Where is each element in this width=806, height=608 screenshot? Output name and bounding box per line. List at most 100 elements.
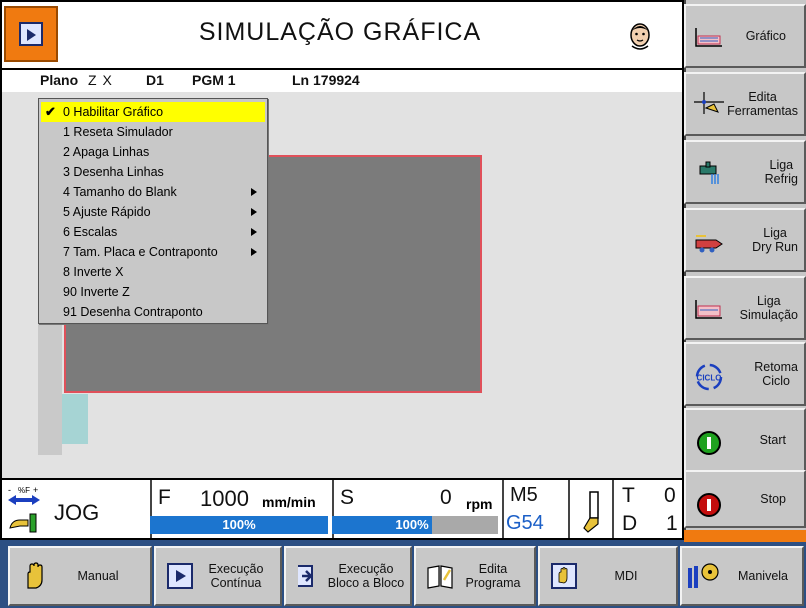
menu-item-label: 4 Tamanho do Blank (63, 185, 177, 199)
softkey-label: Retoma Ciclo (754, 360, 798, 388)
softkey-label: Stop (760, 492, 786, 506)
mode-button-handwheel[interactable]: Manivela (680, 546, 804, 606)
svg-text:CICLO: CICLO (697, 374, 722, 383)
mode-button-edit-program[interactable]: Edita Programa (414, 546, 536, 606)
feed-override-text: 100% (222, 517, 256, 532)
page-title: SIMULAÇÃO GRÁFICA (198, 18, 482, 46)
chart-icon (694, 24, 724, 50)
tool-holder-icon (583, 491, 599, 533)
mode-button-block-run[interactable]: Execução Bloco a Bloco (284, 546, 412, 606)
menu-item[interactable]: 90 Inverte Z (41, 282, 265, 302)
mode-button-label: MDI (614, 569, 638, 583)
cycle-icon: CICLO (694, 362, 724, 391)
softkey-label: Edita Ferramentas (727, 90, 798, 118)
line-number: Ln 179924 (292, 72, 360, 88)
mode-button-label: Execução Contínua (208, 562, 264, 590)
menu-item-label: 90 Inverte Z (63, 285, 130, 299)
feed-unit: mm/min (262, 494, 316, 510)
feed-value: 1000 (200, 486, 249, 511)
edit-program-icon (426, 562, 454, 590)
menu-item-label: 0 Habilitar Gráfico (63, 105, 164, 119)
chuck-jaw (38, 310, 62, 455)
softkey-tool-edit[interactable]: Edita Ferramentas (684, 72, 806, 136)
d-letter: D (622, 512, 638, 535)
t-letter: T (622, 484, 635, 507)
menu-item[interactable]: 7 Tam. Placa e Contraponto (41, 242, 265, 262)
softkey-cycle[interactable]: CICLO Retoma Ciclo (684, 342, 806, 406)
jog-direction-icon: - %F + (8, 485, 40, 533)
block-run-icon (296, 562, 324, 590)
mode-display: JOG (54, 500, 100, 525)
softkey-dry-run[interactable]: Liga Dry Run (684, 208, 806, 272)
spindle-override-text: 100% (395, 517, 429, 532)
screen-switch-button[interactable] (4, 6, 58, 62)
mode-button-label: Execução Bloco a Bloco (327, 562, 405, 590)
stop-icon (694, 490, 724, 517)
simulation-icon (694, 296, 724, 322)
softkey-label: Liga Refrig (764, 158, 798, 186)
menu-item[interactable]: 5 Ajuste Rápido (41, 202, 265, 222)
panel-accent-strip (684, 530, 806, 542)
menu-item-label: 6 Escalas (63, 225, 118, 239)
chuck-block (62, 394, 88, 444)
checkmark-icon: ✔ (45, 104, 56, 119)
submenu-arrow-icon (251, 208, 257, 216)
mode-button-label: Manivela (737, 569, 789, 583)
menu-item[interactable]: 91 Desenha Contraponto (41, 302, 265, 322)
spindle-override-bar: 100% (332, 516, 498, 534)
m-code: M5 (510, 484, 538, 506)
svg-text:+: + (33, 485, 38, 495)
spindle-letter: S (340, 486, 355, 509)
plane-label: Plano (40, 72, 79, 88)
mdi-icon (550, 562, 578, 590)
screen-switch-icon (19, 22, 43, 46)
t-value: 0 (664, 484, 676, 507)
softkey-label: Liga Simulação (739, 294, 798, 322)
submenu-arrow-icon (251, 248, 257, 256)
d-value: 1 (666, 512, 678, 535)
menu-item[interactable]: 4 Tamanho do Blank (41, 182, 265, 202)
svg-text:-: - (8, 485, 11, 495)
handwheel-icon (686, 562, 726, 590)
feed-override-bar: 100% (150, 516, 328, 534)
menu-item[interactable]: ✔ 0 Habilitar Gráfico (41, 102, 265, 122)
operator-icon[interactable] (626, 22, 654, 50)
softkey-coolant[interactable]: Liga Refrig (684, 140, 806, 204)
dry-run-icon (694, 228, 724, 254)
softkey-simulation[interactable]: Liga Simulação (684, 276, 806, 340)
tool-offset: D1 (146, 72, 164, 88)
mode-button-continuous-run[interactable]: Execução Contínua (154, 546, 282, 606)
menu-item[interactable]: 3 Desenha Linhas (41, 162, 265, 182)
softkey-stop[interactable]: Stop (684, 470, 806, 528)
work-offset: G54 (506, 512, 544, 534)
menu-item-label: 8 Inverte X (63, 265, 124, 279)
menu-item-label: 91 Desenha Contraponto (63, 305, 203, 319)
menu-item-label: 5 Ajuste Rápido (63, 205, 151, 219)
spindle-value: 0 (440, 486, 452, 509)
mode-button-mdi[interactable]: MDI (538, 546, 678, 606)
mode-button-hand[interactable]: Manual (8, 546, 152, 606)
menu-item-label: 1 Reseta Simulador (63, 125, 173, 139)
hand-icon (20, 562, 48, 590)
menu-item[interactable]: 2 Apaga Linhas (41, 142, 265, 162)
feed-letter: F (158, 486, 171, 509)
menu-item[interactable]: 1 Reseta Simulador (41, 122, 265, 142)
menu-item-label: 2 Apaga Linhas (63, 145, 150, 159)
menu-item[interactable]: 6 Escalas (41, 222, 265, 242)
menu-item[interactable]: 8 Inverte X (41, 262, 265, 282)
program-name: PGM 1 (192, 72, 236, 88)
softkey-label: Gráfico (745, 29, 786, 43)
mode-button-label: Manual (77, 569, 119, 583)
softkey-chart[interactable]: Gráfico (684, 4, 806, 68)
plane-value: Z X (88, 72, 113, 88)
softkey-label: Liga Dry Run (752, 226, 798, 254)
graphics-menu: ✔ 0 Habilitar Gráfico 1 Reseta Simulador 2 … (38, 98, 268, 324)
menu-item-label: 7 Tam. Placa e Contraponto (63, 245, 218, 259)
submenu-arrow-icon (251, 188, 257, 196)
softkey-label: Start (759, 433, 786, 447)
start-icon (694, 428, 724, 455)
submenu-arrow-icon (251, 228, 257, 236)
tool-edit-icon (694, 92, 724, 118)
spindle-unit: rpm (466, 496, 493, 512)
softkey-start[interactable]: Start (684, 408, 806, 472)
